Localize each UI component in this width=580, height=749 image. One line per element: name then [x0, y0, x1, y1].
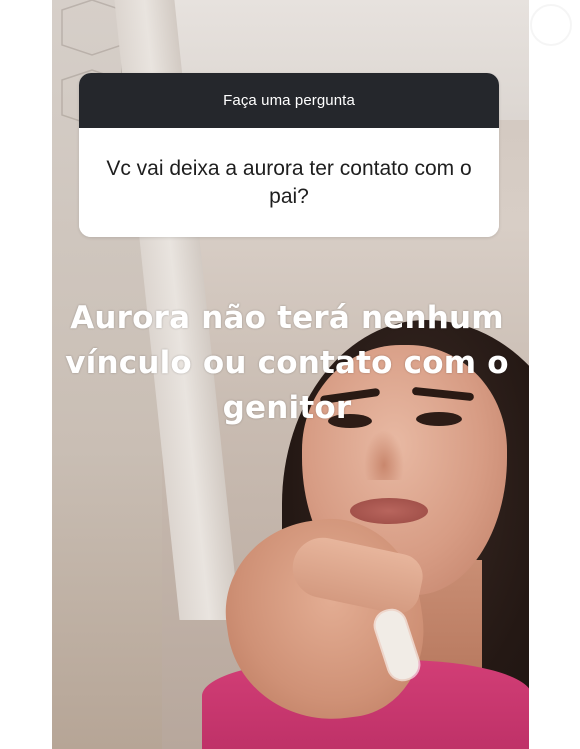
question-sticker[interactable]: Faça uma pergunta Vc vai deixa a aurora …: [79, 73, 499, 237]
question-text: Vc vai deixa a aurora ter contato com o …: [79, 128, 499, 237]
answer-overlay-text: Aurora não terá nenhum vínculo ou contat…: [65, 300, 509, 426]
story-viewer: Faça uma pergunta Vc vai deixa a aurora …: [0, 0, 580, 749]
nose: [364, 430, 404, 480]
question-sticker-header: Faça uma pergunta: [79, 73, 499, 128]
watermark-icon: [530, 4, 572, 46]
lips: [350, 498, 428, 524]
